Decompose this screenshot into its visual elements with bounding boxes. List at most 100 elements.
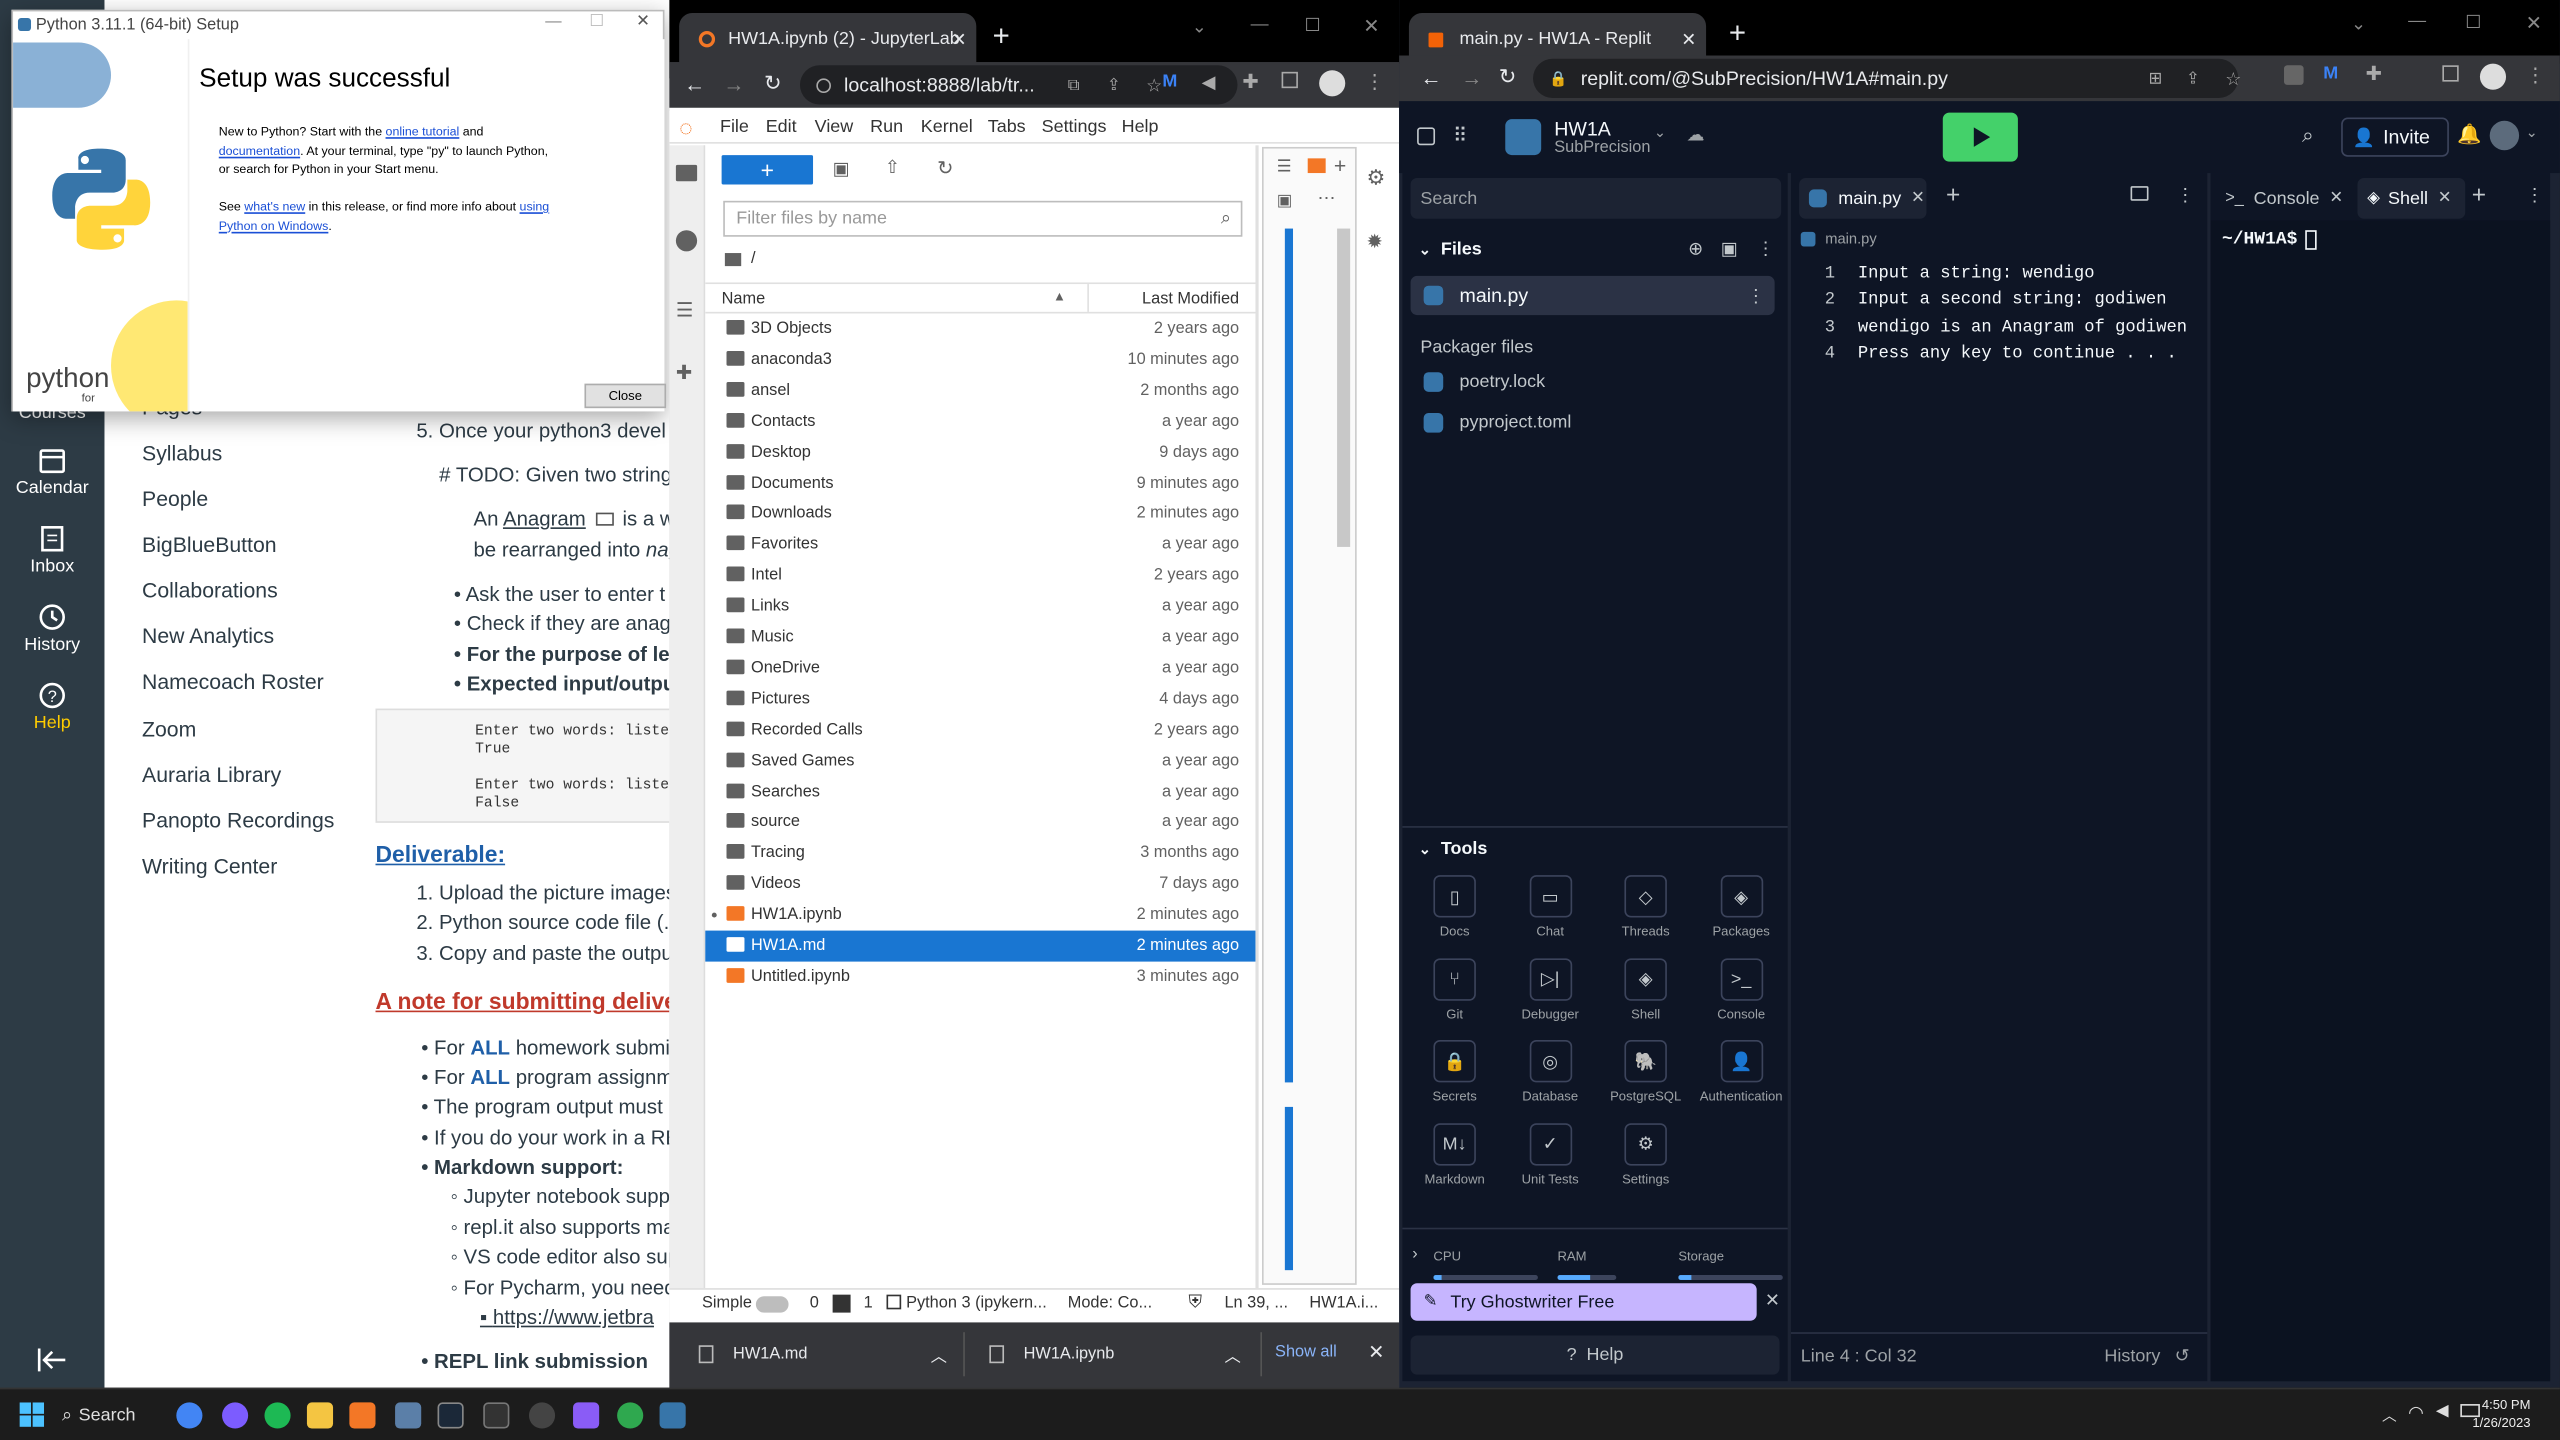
extensions-icon[interactable]: ✚ <box>1242 70 1258 93</box>
clock-time[interactable]: 4:50 PM <box>2472 1398 2531 1413</box>
file-row[interactable]: Links a year ago <box>705 591 1255 622</box>
layout-icon[interactable] <box>2130 186 2149 201</box>
chevron-down-icon[interactable]: ⌄ <box>1654 124 1666 142</box>
chat-app-icon[interactable] <box>222 1402 249 1429</box>
replit-logo-icon[interactable]: ⠿ <box>1453 124 1467 147</box>
packager-file[interactable]: poetry.lock <box>1423 372 1545 392</box>
maximize-icon[interactable]: ☐ <box>2465 11 2481 33</box>
file-menu-icon[interactable]: ⋮ <box>1747 285 1765 307</box>
file-row[interactable]: HW1A.md 2 minutes ago <box>705 930 1256 962</box>
chevron-up-icon[interactable]: ︿ <box>1224 1342 1240 1367</box>
menu-icon[interactable]: ⋮ <box>2526 64 2546 87</box>
nav-help[interactable]: ? Help <box>0 681 104 733</box>
run-button[interactable] <box>1942 112 2018 162</box>
repl-owner[interactable]: SubPrecision <box>1554 139 1650 157</box>
taskbar-search[interactable]: ⌕ Search <box>62 1401 136 1430</box>
new-launcher-button[interactable]: + <box>721 155 814 185</box>
editor-tab[interactable]: main.py ✕ <box>1799 177 1927 219</box>
download-item[interactable]: HW1A.md ︿ <box>682 1332 960 1376</box>
search-input[interactable]: Search <box>1410 177 1782 219</box>
files-menu-icon[interactable]: ⋮ <box>1757 238 1775 260</box>
menu-help[interactable]: Help <box>1122 118 1159 138</box>
app-icon[interactable] <box>617 1402 644 1429</box>
ghostwriter-banner[interactable]: ✎ Try Ghostwriter Free <box>1410 1283 1757 1321</box>
download-item[interactable]: HW1A.ipynb ︿ <box>976 1332 1254 1376</box>
menu-file[interactable]: File <box>720 118 749 138</box>
tab-search-icon[interactable]: ⌄ <box>2351 13 2366 35</box>
nav-calendar[interactable]: Calendar <box>0 446 104 498</box>
new-tab-icon[interactable]: + <box>1729 16 1746 50</box>
menu-view[interactable]: View <box>815 118 854 138</box>
documentation-link[interactable]: documentation <box>219 143 300 158</box>
file-row[interactable]: source a year ago <box>705 807 1255 838</box>
menu-kernel[interactable]: Kernel <box>921 118 973 138</box>
menu-edit[interactable]: Edit <box>766 118 797 138</box>
chevron-up-icon[interactable]: ︿ <box>2382 1404 2397 1425</box>
file-row[interactable]: Recorded Calls 2 years ago <box>705 715 1255 746</box>
profile-avatar[interactable] <box>1319 70 1346 97</box>
cloud-icon[interactable]: ☁ <box>1686 124 1704 146</box>
file-row[interactable]: anaconda3 10 minutes ago <box>705 344 1255 375</box>
course-nav-item[interactable]: Writing Center <box>142 854 277 878</box>
tutorial-link[interactable]: online tutorial <box>386 124 460 139</box>
jetbrains-link[interactable]: ▪ https://www.jetbra <box>480 1306 654 1329</box>
user-avatar[interactable] <box>2489 120 2520 151</box>
console-tab[interactable]: >_ Console ✕ <box>2215 178 2352 219</box>
bell-icon[interactable]: 🔔 <box>2457 122 2481 145</box>
new-tab-icon[interactable]: + <box>1946 181 1960 209</box>
tool-chat[interactable]: ▭ Chat <box>1503 875 1598 939</box>
file-row[interactable]: HW1A.ipynb 2 minutes ago <box>705 900 1255 931</box>
show-all-button[interactable]: Show all <box>1275 1344 1337 1362</box>
minimize-icon[interactable]: — <box>2408 11 2426 31</box>
running-icon[interactable] <box>675 230 698 252</box>
file-row[interactable]: Desktop 9 days ago <box>705 437 1255 468</box>
folder-icon[interactable] <box>675 164 698 182</box>
file-row[interactable]: Contacts a year ago <box>705 406 1255 437</box>
sort-caret-icon[interactable]: ▲ <box>1053 289 1066 304</box>
menu-tabs[interactable]: Tabs <box>988 118 1026 138</box>
maximize-icon[interactable]: ☐ <box>1304 15 1320 36</box>
course-nav-item[interactable]: New Analytics <box>142 624 274 648</box>
file-row[interactable]: Videos 7 days ago <box>705 869 1255 900</box>
help-button[interactable]: ? Help <box>1410 1335 1780 1375</box>
new-file-icon[interactable]: ⊕ <box>1688 238 1703 260</box>
tools-header[interactable]: ⌄ Tools <box>1419 839 1488 859</box>
clock-date[interactable]: 1/26/2023 <box>2460 1415 2530 1430</box>
file-row[interactable]: 3D Objects 2 years ago <box>705 313 1255 344</box>
files-header[interactable]: ⌄ Files <box>1419 240 1482 260</box>
course-nav-item[interactable]: Namecoach Roster <box>142 669 324 693</box>
close-tab-icon[interactable]: ✕ <box>1911 189 1925 207</box>
new-tab-icon[interactable]: + <box>2472 181 2486 209</box>
course-nav-item[interactable]: BigBlueButton <box>142 532 277 556</box>
close-banner-icon[interactable]: ✕ <box>1765 1290 1780 1311</box>
volume-icon[interactable]: ◀ <box>2436 1402 2449 1420</box>
back-icon[interactable]: ← <box>1420 65 1441 89</box>
browser-tab[interactable]: HW1A.ipynb (2) - JupyterLab ✕ <box>679 13 977 66</box>
reload-icon[interactable]: ↻ <box>764 70 782 96</box>
close-tab-icon[interactable]: ✕ <box>2329 189 2343 207</box>
menu-run[interactable]: Run <box>870 118 903 138</box>
extensions-icon[interactable]: ✚ <box>2366 62 2382 85</box>
file-row[interactable]: Music a year ago <box>705 622 1255 653</box>
address-bar[interactable]: 🔒 replit.com/@SubPrecision/HW1A#main.py … <box>1533 58 2241 98</box>
more-icon[interactable]: ⋯ <box>1318 188 1336 209</box>
extension-icon[interactable] <box>2284 65 2304 85</box>
folder-root-icon[interactable] <box>724 252 742 266</box>
reload-icon[interactable]: ↻ <box>1499 64 1517 90</box>
audio-icon[interactable]: ◀ <box>1202 72 1216 93</box>
close-shelf-icon[interactable]: ✕ <box>1368 1340 1384 1363</box>
file-row[interactable]: ansel 2 months ago <box>705 375 1255 406</box>
history-icon[interactable]: ↺ <box>2175 1345 2190 1367</box>
steam-icon[interactable] <box>437 1402 464 1429</box>
visual-studio-icon[interactable] <box>573 1402 600 1429</box>
anagram-link[interactable]: Anagram <box>503 508 586 531</box>
new-folder-icon[interactable]: ▣ <box>1721 238 1738 260</box>
share-icon[interactable]: ⇪ <box>2186 69 2200 87</box>
share-icon[interactable]: ⇪ <box>1107 76 1121 94</box>
editor-menu-icon[interactable]: ⋮ <box>2176 184 2194 206</box>
file-row[interactable]: Saved Games a year ago <box>705 745 1255 776</box>
tool-postgresql[interactable]: 🐘 PostgreSQL <box>1598 1039 1693 1104</box>
tool-settings[interactable]: ⚙ Settings <box>1598 1122 1693 1186</box>
new-tab-icon[interactable]: + <box>993 20 1010 54</box>
new-folder-icon[interactable]: ▣ <box>833 158 850 180</box>
